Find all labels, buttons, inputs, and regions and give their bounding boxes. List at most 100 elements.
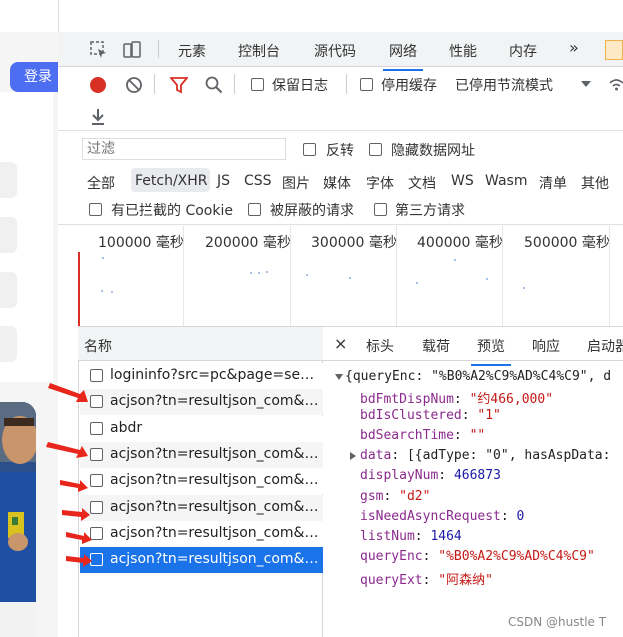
toolbar-divider	[346, 74, 347, 94]
detail-tab-4[interactable]: 启动器	[587, 336, 623, 356]
devtools-panel: 元素 控制台 源代码 网络 性能 内存 » 保留日志 停用缓存 已停用节流模式 反转	[58, 32, 623, 637]
json-field: bdIsClustered: "1"	[360, 408, 501, 423]
blocked-requests-checkbox[interactable]	[248, 203, 261, 216]
hide-data-urls-checkbox[interactable]	[369, 143, 382, 156]
timeline-marker	[78, 252, 80, 326]
json-field[interactable]: data: [{adType: "0", hasAspData:	[350, 448, 611, 464]
blocked-cookies-label: 有已拦截的 Cookie	[111, 203, 233, 219]
json-key: queryExt	[360, 572, 423, 588]
more-tabs-button[interactable]: »	[569, 38, 579, 57]
third-party-label: 第三方请求	[395, 203, 465, 219]
device-toolbar-icon[interactable]	[122, 40, 142, 60]
arrow-icon	[62, 508, 90, 521]
type-filter-1[interactable]: Fetch/XHR	[135, 173, 208, 189]
json-key: bdSearchTime	[360, 428, 454, 444]
network-conditions-icon[interactable]	[609, 76, 623, 92]
json-value: "约466,000"	[469, 392, 554, 407]
blocked-cookies-checkbox[interactable]	[89, 203, 102, 216]
type-filter-2[interactable]: JS	[217, 173, 230, 189]
json-key: queryEnc	[360, 548, 423, 564]
detail-tab-2[interactable]: 预览	[471, 336, 511, 366]
json-value: 0	[516, 508, 525, 524]
search-icon[interactable]	[205, 76, 223, 94]
filter-input[interactable]	[82, 138, 286, 160]
tab-0[interactable]: 元素	[178, 41, 206, 61]
type-filter-0[interactable]: 全部	[87, 173, 115, 193]
json-key: isNeedAsyncRequest	[360, 508, 501, 524]
type-filter-4[interactable]: 图片	[282, 173, 310, 193]
tab-3[interactable]: 网络	[383, 41, 423, 71]
card-placeholder	[0, 217, 17, 253]
chevron-down-icon[interactable]	[580, 79, 592, 89]
card-placeholder	[0, 326, 17, 362]
request-name: acjson?tn=resultjson_com&l...	[110, 498, 320, 515]
record-icon[interactable]	[89, 76, 107, 94]
inspect-element-icon[interactable]	[90, 41, 108, 59]
type-filter-7[interactable]: 文档	[408, 173, 436, 193]
filter-icon[interactable]	[170, 76, 188, 94]
triangle-right-icon[interactable]	[348, 451, 358, 461]
json-field: isNeedAsyncRequest: 0	[360, 509, 524, 524]
card-placeholder	[0, 272, 17, 308]
request-row[interactable]: acjson?tn=resultjson_com&l...	[80, 520, 323, 547]
result-image[interactable]	[0, 402, 36, 637]
json-field: queryEnc: "%B0%A2%C9%AD%C4%C9"	[360, 549, 595, 564]
detail-tab-1[interactable]: 载荷	[422, 336, 450, 356]
request-row[interactable]: acjson?tn=resultjson_com&l...	[80, 494, 323, 521]
preserve-log-label: 保留日志	[272, 78, 328, 94]
toolbar-divider	[158, 40, 159, 58]
import-har-icon[interactable]	[90, 108, 106, 126]
invert-checkbox[interactable]	[303, 143, 316, 156]
preserve-log-checkbox[interactable]	[251, 78, 264, 91]
clear-icon[interactable]	[125, 76, 143, 94]
json-field: listNum: 1464	[360, 529, 462, 544]
json-colon: :	[414, 528, 431, 544]
request-name: acjson?tn=resultjson_com&l...	[110, 551, 320, 568]
disable-cache-checkbox[interactable]	[360, 78, 373, 91]
name-column-header[interactable]: 名称	[84, 336, 112, 356]
request-row[interactable]: acjson?tn=resultjson_com&l...	[80, 441, 323, 468]
type-filter-8[interactable]: WS	[451, 173, 474, 189]
tab-2[interactable]: 源代码	[314, 41, 356, 61]
json-value: [{adType: "0", hasAspData:	[406, 448, 611, 464]
request-name: acjson?tn=resultjson_com&l...	[110, 524, 320, 541]
json-value: "d2"	[399, 488, 431, 504]
triangle-down-icon[interactable]	[334, 372, 344, 382]
json-colon: :	[438, 468, 454, 484]
login-button[interactable]: 登录	[10, 62, 58, 92]
type-filter-3[interactable]: CSS	[244, 173, 272, 189]
request-row[interactable]: acjson?tn=resultjson_com&l...	[80, 547, 323, 574]
close-detail-button[interactable]: ×	[334, 334, 347, 353]
json-colon: :	[422, 572, 439, 588]
json-key: gsm	[360, 488, 384, 504]
detail-tab-0[interactable]: 标头	[366, 336, 394, 356]
watermark: CSDN @hustle T	[508, 615, 607, 629]
card-placeholder	[0, 162, 17, 198]
divider	[58, 224, 623, 225]
type-filter-11[interactable]: 其他	[581, 173, 609, 193]
request-row[interactable]: logininfo?src=pc&page=sear...	[80, 363, 323, 389]
type-filter-5[interactable]: 媒体	[323, 173, 351, 193]
type-filter-6[interactable]: 字体	[366, 173, 394, 193]
request-list-header[interactable]: 名称	[78, 327, 323, 361]
throttling-select[interactable]: 已停用节流模式	[455, 75, 553, 95]
request-name: logininfo?src=pc&page=sear...	[110, 367, 320, 383]
issues-badge[interactable]	[605, 40, 623, 60]
request-row[interactable]: abdr	[80, 415, 323, 442]
detail-tab-3[interactable]: 响应	[532, 336, 560, 356]
request-row[interactable]: acjson?tn=resultjson_com&l...	[80, 468, 323, 495]
type-filter-10[interactable]: 清单	[539, 173, 567, 193]
tab-4[interactable]: 性能	[449, 41, 477, 61]
tab-5[interactable]: 内存	[509, 41, 537, 61]
request-name: acjson?tn=resultjson_com&l...	[110, 445, 320, 462]
type-filter-9[interactable]: Wasm	[485, 173, 527, 189]
json-summary[interactable]: {queryEnc: "%B0%A2%C9%AD%C4%C9", d	[345, 369, 611, 384]
json-colon: :	[383, 488, 400, 504]
json-colon: :	[453, 428, 470, 444]
tab-1[interactable]: 控制台	[238, 41, 280, 61]
request-row[interactable]: acjson?tn=resultjson_com&l...	[80, 389, 323, 416]
json-field: bdSearchTime: ""	[360, 428, 485, 443]
annotation-arrows	[46, 383, 92, 567]
third-party-checkbox[interactable]	[374, 203, 387, 216]
result-card	[0, 92, 53, 382]
